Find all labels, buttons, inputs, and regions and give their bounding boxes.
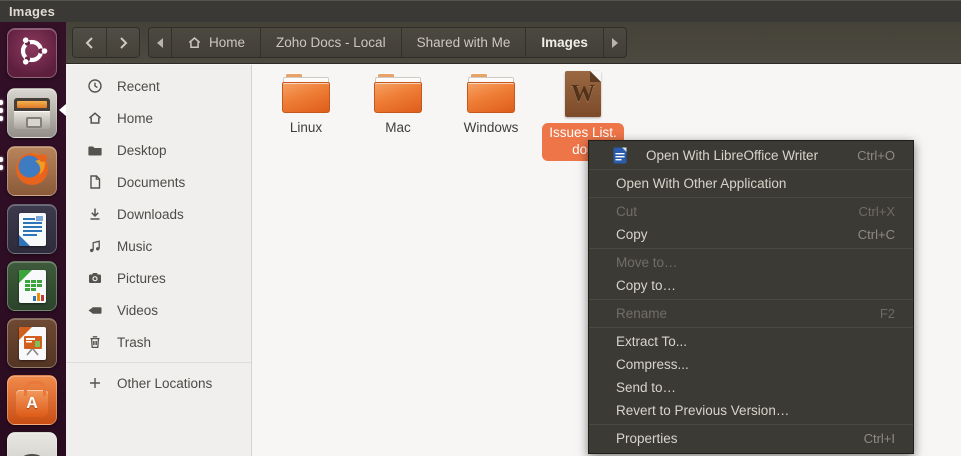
menu-separator xyxy=(589,248,913,249)
menu-separator xyxy=(589,424,913,425)
breadcrumb-home[interactable]: Home xyxy=(171,28,261,57)
toolbar: Home Zoho Docs - Local Shared with Me Im… xyxy=(66,22,961,64)
history-nav xyxy=(72,27,140,58)
documents-icon xyxy=(90,175,101,189)
breadcrumb-zoho-docs-local[interactable]: Zoho Docs - Local xyxy=(260,28,401,57)
videos-icon xyxy=(88,307,102,314)
unity-launcher: A xyxy=(0,22,66,456)
pictures-icon xyxy=(89,273,101,283)
firefox-icon xyxy=(12,149,52,194)
trash-icon xyxy=(90,336,100,349)
breadcrumb-scroll-right-button[interactable] xyxy=(602,28,626,57)
menu-separator xyxy=(589,299,913,300)
running-pip xyxy=(0,165,3,170)
breadcrumb-shared-with-me[interactable]: Shared with Me xyxy=(400,28,526,57)
sidebar-item-pictures[interactable]: Pictures xyxy=(66,262,251,294)
folder-icon xyxy=(374,73,422,113)
downloads-icon xyxy=(90,208,100,220)
menu-item-send-to[interactable]: Send to… xyxy=(589,376,913,399)
files-app-button[interactable] xyxy=(7,88,57,138)
folder-icon xyxy=(282,73,330,113)
sidebar-item-music[interactable]: Music xyxy=(66,230,251,262)
ubuntu-software-button[interactable]: A xyxy=(7,375,57,425)
folder-icon xyxy=(467,73,515,113)
sidebar-item-downloads[interactable]: Downloads xyxy=(66,198,251,230)
window-title: Images xyxy=(9,3,56,19)
sidebar-item-videos[interactable]: Videos xyxy=(66,294,251,326)
ubuntu-dash-button[interactable] xyxy=(7,28,57,78)
libreoffice-calc-button[interactable] xyxy=(7,261,57,311)
menu-item-properties[interactable]: Properties Ctrl+I xyxy=(589,427,913,450)
folder-label: Windows xyxy=(463,120,519,135)
libreoffice-impress-button[interactable] xyxy=(7,318,57,368)
sidebar-item-trash[interactable]: Trash xyxy=(66,326,251,358)
desktop-icon xyxy=(88,146,102,156)
triangle-right-icon xyxy=(611,37,618,48)
menu-item-copy-to[interactable]: Copy to… xyxy=(589,274,913,297)
folder-label: Mac xyxy=(385,120,411,135)
home-icon xyxy=(89,112,101,124)
menu-item-move-to: Move to… xyxy=(616,255,678,270)
sidebar-item-recent[interactable]: Recent xyxy=(66,70,251,102)
running-pip xyxy=(0,116,3,121)
sidebar-separator xyxy=(66,362,251,363)
places-sidebar: Recent Home Desktop Documents Downloads … xyxy=(66,65,252,456)
focused-app-arrow-icon xyxy=(59,104,66,116)
chevron-right-icon xyxy=(120,36,128,49)
ubuntu-dash-icon xyxy=(15,34,49,73)
breadcrumb-scroll-left-button[interactable] xyxy=(149,28,171,57)
plus-icon xyxy=(90,378,100,388)
libreoffice-writer-icon xyxy=(613,147,627,167)
running-pip xyxy=(0,100,3,105)
breadcrumb-images-current[interactable]: Images xyxy=(525,28,603,57)
menu-item-extract-to[interactable]: Extract To... xyxy=(589,330,913,353)
folder-label: Linux xyxy=(289,120,323,135)
recent-icon xyxy=(88,79,102,93)
menu-item-revert-to-previous-version[interactable]: Revert to Previous Version… xyxy=(589,399,913,422)
titlebar: Images xyxy=(0,0,961,22)
partial-app-button[interactable] xyxy=(7,432,57,456)
breadcrumb: Home Zoho Docs - Local Shared with Me Im… xyxy=(148,27,627,58)
sidebar-item-documents[interactable]: Documents xyxy=(66,166,251,198)
music-icon xyxy=(90,240,100,253)
folder-linux[interactable]: Linux xyxy=(261,73,351,136)
chevron-left-icon xyxy=(85,36,93,49)
folder-windows[interactable]: Windows xyxy=(446,73,536,136)
menu-separator xyxy=(589,169,913,170)
libreoffice-writer-button[interactable] xyxy=(7,204,57,254)
doc-file-icon: W xyxy=(565,71,601,117)
forward-button[interactable] xyxy=(106,28,139,57)
libreoffice-impress-icon xyxy=(18,326,46,360)
ubuntu-software-icon: A xyxy=(16,381,48,417)
libreoffice-writer-icon xyxy=(18,212,46,246)
menu-separator xyxy=(589,197,913,198)
menu-item-open-with-other-application[interactable]: Open With Other Application xyxy=(589,172,913,195)
menu-item-compress[interactable]: Compress... xyxy=(589,353,913,376)
sidebar-item-home[interactable]: Home xyxy=(66,102,251,134)
menu-separator xyxy=(589,327,913,328)
firefox-button[interactable] xyxy=(7,146,57,196)
menu-item-copy[interactable]: Copy Ctrl+C xyxy=(589,223,913,246)
menu-item-open-with-libreoffice-writer[interactable]: Open With LibreOffice Writer Ctrl+O xyxy=(589,144,913,167)
running-pip xyxy=(0,157,3,162)
triangle-left-icon xyxy=(157,37,163,48)
menu-item-rename: Rename F2 xyxy=(616,306,895,321)
menu-item-cut: Cut Ctrl+X xyxy=(616,204,895,219)
sidebar-item-other-locations[interactable]: Other Locations xyxy=(66,367,251,399)
back-button[interactable] xyxy=(73,28,106,57)
files-app-icon xyxy=(14,97,50,129)
context-menu: Open With LibreOffice Writer Ctrl+O Open… xyxy=(588,140,914,454)
libreoffice-calc-icon xyxy=(18,269,46,303)
home-icon xyxy=(188,37,201,48)
folder-mac[interactable]: Mac xyxy=(353,73,443,136)
running-pip xyxy=(0,108,3,113)
sidebar-item-desktop[interactable]: Desktop xyxy=(66,134,251,166)
